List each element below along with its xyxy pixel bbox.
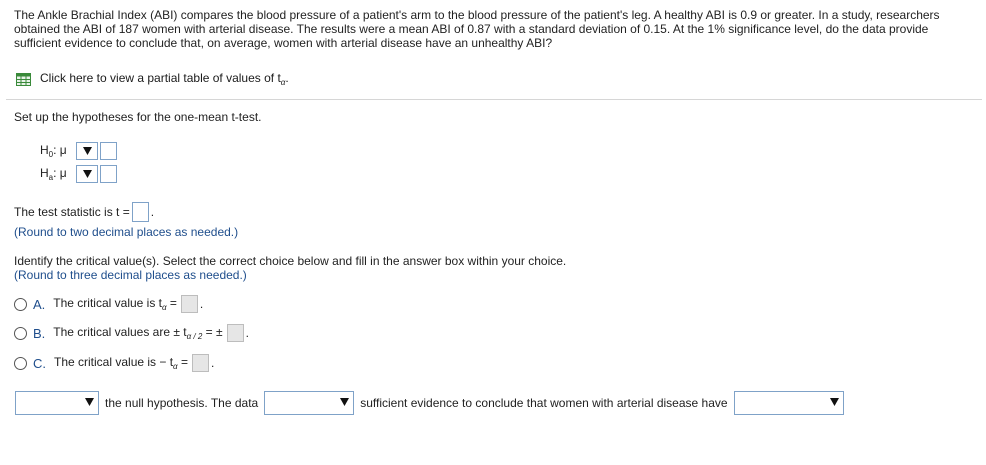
alternative-hypothesis-row: Ha: μ	[40, 165, 117, 183]
conclusion-text-2: sufficient evidence to conclude that wom…	[360, 396, 728, 410]
test-statistic-label: The test statistic is t =	[14, 205, 130, 219]
conclusion-sentence: the null hypothesis. The data sufficient…	[15, 391, 844, 415]
conclusion-text-1: the null hypothesis. The data	[105, 396, 259, 410]
choice-c-text: The critical value is − tα =	[54, 355, 188, 371]
choice-c[interactable]: C. The critical value is − tα = .	[14, 353, 214, 373]
partial-table-link-text[interactable]: Click here to view a partial table of va…	[40, 71, 289, 87]
choice-c-radio[interactable]	[14, 356, 27, 370]
choice-a-text: The critical value is tα =	[53, 296, 177, 312]
dropdown-arrow-icon	[82, 147, 92, 155]
evidence-select[interactable]	[264, 391, 355, 415]
dropdown-arrow-icon	[82, 170, 92, 178]
abi-conclusion-select[interactable]	[733, 391, 844, 415]
table-icon	[16, 72, 31, 86]
choice-a[interactable]: A. The critical value is tα = .	[14, 294, 203, 314]
choice-b-text: The critical values are ± tα / 2 = ±	[53, 325, 223, 341]
choice-a-radio[interactable]	[14, 297, 27, 311]
null-hypothesis-label: H0: μ	[40, 143, 67, 159]
critical-value-instruction: Identify the critical value(s). Select t…	[14, 254, 567, 268]
choice-a-input[interactable]	[180, 295, 198, 313]
dropdown-arrow-icon	[85, 398, 94, 406]
alternative-hypothesis-value-input[interactable]	[100, 165, 117, 183]
partial-table-link[interactable]: Click here to view a partial table of va…	[16, 71, 289, 87]
null-hypothesis-value-input[interactable]	[100, 142, 117, 160]
choice-c-input[interactable]	[191, 354, 209, 372]
dropdown-arrow-icon	[340, 398, 350, 406]
reject-decision-select[interactable]	[15, 391, 99, 415]
divider	[6, 99, 982, 100]
problem-statement: The Ankle Brachial Index (ABI) compares …	[14, 8, 940, 50]
choice-b[interactable]: B. The critical values are ± tα / 2 = ± …	[14, 323, 249, 343]
null-hypothesis-operator-select[interactable]	[76, 142, 98, 160]
choice-c-letter: C.	[33, 355, 46, 371]
choice-b-input[interactable]	[226, 324, 244, 342]
choice-b-radio[interactable]	[14, 326, 27, 340]
dropdown-arrow-icon	[829, 398, 839, 406]
alternative-hypothesis-label: Ha: μ	[40, 166, 67, 182]
critical-value-rounding-note: (Round to three decimal places as needed…	[14, 268, 247, 282]
test-statistic-row: The test statistic is t = .	[14, 202, 154, 222]
setup-instruction: Set up the hypotheses for the one-mean t…	[14, 110, 262, 124]
choice-a-letter: A.	[33, 296, 46, 312]
test-statistic-rounding-note: (Round to two decimal places as needed.)	[14, 225, 239, 239]
alternative-hypothesis-operator-select[interactable]	[76, 165, 98, 183]
null-hypothesis-row: H0: μ	[40, 142, 117, 160]
choice-b-letter: B.	[33, 325, 46, 341]
test-statistic-input[interactable]	[131, 202, 149, 222]
